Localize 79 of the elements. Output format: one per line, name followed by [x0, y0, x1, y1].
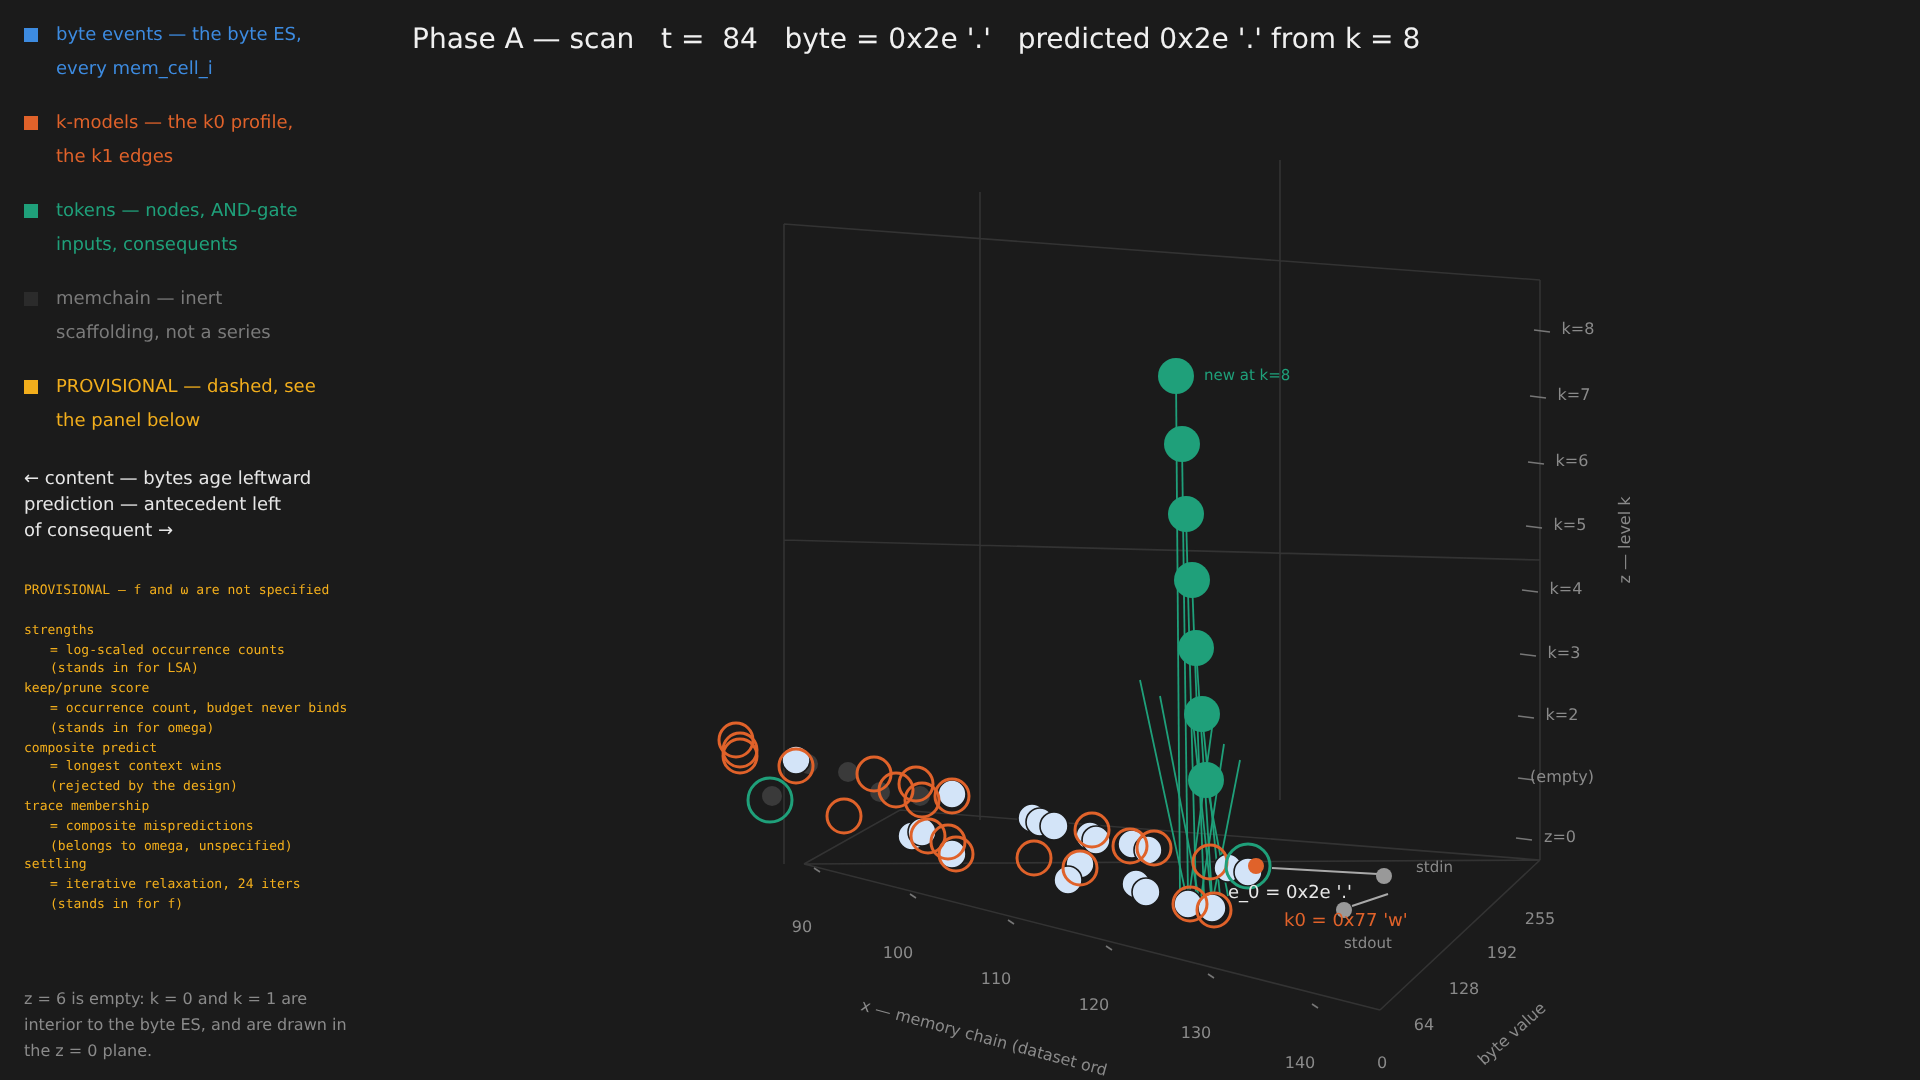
legend-label: PROVISIONAL — dashed, see the panel below	[56, 376, 318, 436]
direction-note: ← content — bytes age leftward prediction — antecedent left of consequent →	[24, 468, 314, 546]
z-tick-label: z=0	[1544, 828, 1576, 846]
k-model-ring	[1191, 843, 1229, 881]
y-tick-label: 192	[1486, 944, 1518, 962]
byte-event-dot	[1173, 889, 1203, 919]
byte-event-dot	[1039, 811, 1069, 841]
scaffold-dot	[838, 762, 858, 782]
k-model-ring	[1061, 849, 1099, 887]
k-model-ring	[1195, 891, 1233, 929]
k-model-ring	[1015, 839, 1053, 877]
io-dot	[1376, 868, 1392, 884]
y-tick-label: 255	[1524, 910, 1556, 928]
k-model-ring	[721, 737, 759, 775]
legend-label: byte events — the byte ES, every mem_cell_i	[56, 24, 304, 84]
token-node	[1168, 496, 1204, 532]
k-model-ring	[1073, 811, 1111, 849]
y-tick-label: 64	[1413, 1016, 1435, 1034]
scaffold-dot	[762, 786, 782, 806]
token-node	[1164, 426, 1200, 462]
byte-event-dot	[937, 839, 967, 869]
byte-event-dot	[907, 817, 937, 847]
z-axis-title: z — level k	[1616, 496, 1634, 584]
byte-event-dot	[1133, 835, 1163, 865]
leader-line	[1351, 893, 1389, 907]
z-tick-label: k=8	[1561, 320, 1595, 338]
z-tick-label: k=3	[1547, 644, 1581, 662]
plot-title: Phase A — scan t = 84 byte = 0x2e '.' predicted 0x2e '.' from k = 8	[412, 24, 1421, 56]
x-tick-label: 130	[1180, 1024, 1212, 1042]
z-tick-label: k=5	[1553, 516, 1587, 534]
token-node	[1184, 696, 1220, 732]
leader-line	[1271, 867, 1379, 875]
k-model-ring	[1111, 827, 1149, 865]
k-model-ring	[717, 721, 755, 759]
k-model-ring	[877, 771, 915, 809]
k-model-ring	[721, 731, 759, 769]
z-tick-label: k=7	[1557, 386, 1591, 404]
x-tick-label: 110	[980, 970, 1012, 988]
k-model-ring	[855, 755, 893, 793]
token-node	[1178, 630, 1214, 666]
byte-event-dot	[1197, 893, 1227, 923]
z-tick-label: (empty)	[1530, 768, 1594, 786]
k-model-ring	[897, 765, 935, 803]
k-model-dot	[1248, 858, 1264, 874]
k-model-ring	[933, 777, 971, 815]
scaffold-dot	[910, 786, 930, 806]
z-tick-label: k=2	[1545, 706, 1579, 724]
token-ring	[746, 776, 794, 824]
k-model-ring	[937, 835, 975, 873]
z-tick-label: k=4	[1549, 580, 1583, 598]
token-node	[1188, 762, 1224, 798]
byte-event-dot	[937, 779, 967, 809]
plot-annotation: k0 = 0x77 'w'	[1284, 912, 1408, 932]
k-model-ring	[777, 747, 815, 785]
byte-event-dot	[1053, 865, 1083, 895]
scaffold-dot	[870, 782, 890, 802]
legend-label: tokens — nodes, AND-gate inputs, consequents	[56, 200, 300, 260]
token-node	[1158, 358, 1194, 394]
x-tick-label: 100	[882, 944, 914, 962]
z-tick-label: k=6	[1555, 452, 1589, 470]
legend-label: memchain — inert scaffolding, not a series	[56, 288, 273, 348]
token-node	[1174, 562, 1210, 598]
x-tick-label: 140	[1284, 1054, 1316, 1072]
byte-event-dot	[781, 745, 811, 775]
x-tick-label: 120	[1078, 996, 1110, 1014]
y-tick-label: 128	[1448, 980, 1480, 998]
x-tick-label: 90	[791, 918, 813, 936]
byte-event-dot	[1081, 825, 1111, 855]
legend-label: k-models — the k0 profile, the k1 edges	[56, 112, 296, 172]
k-model-ring	[909, 817, 947, 855]
k-model-ring	[903, 781, 941, 819]
plot-annotation: e_0 = 0x2e '.'	[1228, 884, 1353, 904]
k-model-ring	[1135, 829, 1173, 867]
y-tick-label: 0	[1376, 1054, 1388, 1072]
k-model-ring	[825, 797, 863, 835]
k-model-ring	[1171, 885, 1209, 923]
byte-event-dot	[1131, 877, 1161, 907]
k-model-ring	[929, 823, 967, 861]
footnote: z = 6 is empty: k = 0 and k = 1 are interior to the byte ES, and are drawn in the z = 0 plane.	[24, 988, 349, 1064]
